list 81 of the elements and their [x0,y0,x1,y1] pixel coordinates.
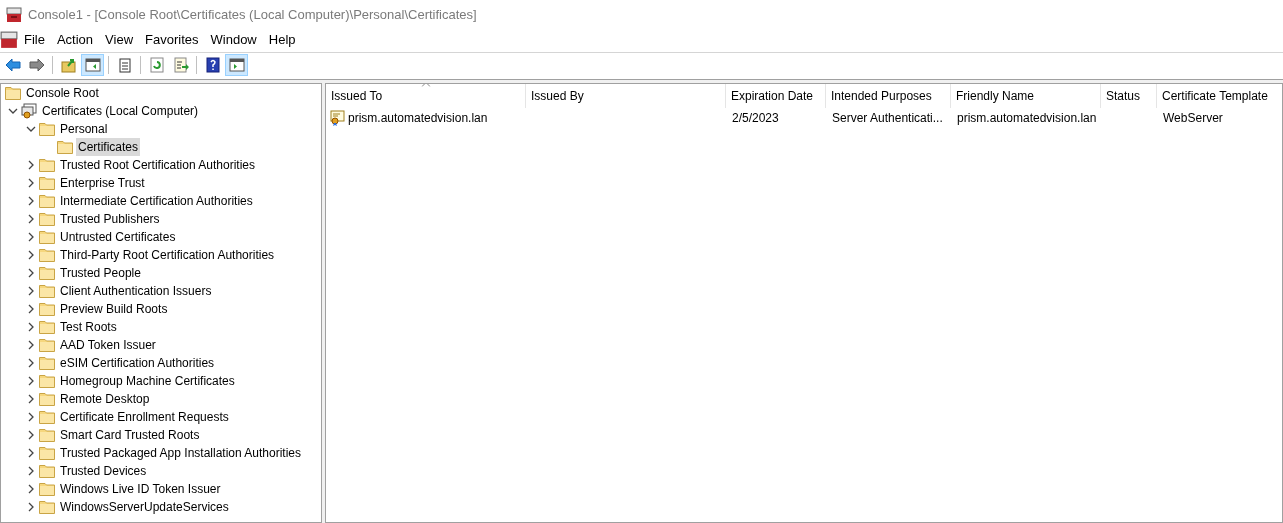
folder-icon [39,302,55,316]
table-cell-text: prism.automatedvision.lan [348,110,488,127]
window-title: Console1 - [Console Root\Certificates (Local Computer)\Personal\Certificates] [28,6,477,25]
column-header[interactable]: Expiration Date [726,84,826,108]
tree-pane-button[interactable] [81,54,104,76]
tree-pane-icon [84,57,101,73]
tree-item[interactable]: Remote Desktop [58,390,152,408]
table-cell-text: prism.automatedvision.lan [957,110,1097,127]
back-arrow-icon [4,57,21,73]
folder-icon [39,410,55,424]
tree-item[interactable]: Enterprise Trust [58,174,147,192]
menu-item[interactable]: View [99,30,140,50]
tree-item[interactable]: Untrusted Certificates [58,228,178,246]
column-header[interactable]: Friendly Name [951,84,1101,108]
folder-icon [39,356,55,370]
action-pane-icon [228,57,245,73]
tree-item[interactable]: Intermediate Certification Authorities [58,192,255,210]
folder-icon [39,248,55,262]
tree-item[interactable]: Smart Card Trusted Roots [58,426,202,444]
action-pane-button[interactable] [225,54,248,76]
tree-item[interactable]: Preview Build Roots [58,300,170,318]
table-cell-text: Server Authenticati... [832,110,943,127]
clipboard-icon [116,57,133,73]
tree-item[interactable]: eSIM Certification Authorities [58,354,217,372]
menu-item[interactable]: Favorites [139,30,205,50]
tree-item[interactable]: Trusted Publishers [58,210,162,228]
forward-arrow-icon [28,57,45,73]
column-header[interactable]: Status [1101,84,1157,108]
menu-item[interactable]: Action [50,30,100,50]
column-header[interactable]: Certificate Template [1157,84,1282,108]
folder-icon [39,158,55,172]
folder-icon [57,140,73,154]
tree-item[interactable]: Personal [58,120,110,138]
folder-icon [39,500,55,514]
tree-item[interactable]: Client Authentication Issuers [58,282,214,300]
folder-icon [39,464,55,478]
tree-item[interactable]: Trusted Packaged App Installation Authorities [58,444,304,462]
certificate-icon [330,110,346,126]
folder-icon [39,482,55,496]
tree-item[interactable]: WindowsServerUpdateServices [58,498,231,516]
column-header[interactable]: Issued By [526,84,726,108]
tree-item[interactable]: Trusted People [58,264,143,282]
column-header[interactable]: Intended Purposes [826,84,951,108]
export-list-icon [172,57,189,73]
folder-icon [39,212,55,226]
tree-item[interactable]: Certificates (Local Computer) [40,102,201,120]
help-icon [204,57,221,73]
column-header[interactable]: Issued To [326,84,526,108]
tree-item[interactable]: Console Root [24,84,101,102]
folder-icon [39,194,55,208]
tree-item[interactable]: Homegroup Machine Certificates [58,372,237,390]
menu-item[interactable]: Help [262,30,302,50]
tree-item[interactable]: Trusted Root Certification Authorities [58,156,257,174]
table-cell-text: WebServer [1163,110,1223,127]
toolbox-icon[interactable] [0,31,18,49]
refresh-icon [148,57,165,73]
tree-item[interactable]: Test Roots [58,318,119,336]
tree-item[interactable]: AAD Token Issuer [58,336,158,354]
toolbox-icon [6,7,22,23]
folder-icon [39,428,55,442]
folder-icon [39,446,55,460]
menu-item[interactable]: File [18,30,51,50]
folder-icon [39,266,55,280]
folder-icon [39,122,55,136]
tree-item[interactable]: Trusted Devices [58,462,149,480]
tree-item[interactable]: Certificates [76,138,141,156]
folder-icon [5,86,21,100]
tree-item[interactable]: Third-Party Root Certification Authorities [58,246,277,264]
table-cell-text: 2/5/2023 [732,110,779,127]
tree-item[interactable]: Windows Live ID Token Issuer [58,480,223,498]
folder-icon [39,392,55,406]
folder-icon [39,338,55,352]
folder-up-icon [60,57,77,73]
folder-icon [39,374,55,388]
folder-icon [39,284,55,298]
tree-item[interactable]: Certificate Enrollment Requests [58,408,231,426]
folder-icon [39,320,55,334]
menu-item[interactable]: Window [204,30,263,50]
folder-icon [39,176,55,190]
certificate-computer-icon [21,103,37,119]
folder-icon [39,230,55,244]
